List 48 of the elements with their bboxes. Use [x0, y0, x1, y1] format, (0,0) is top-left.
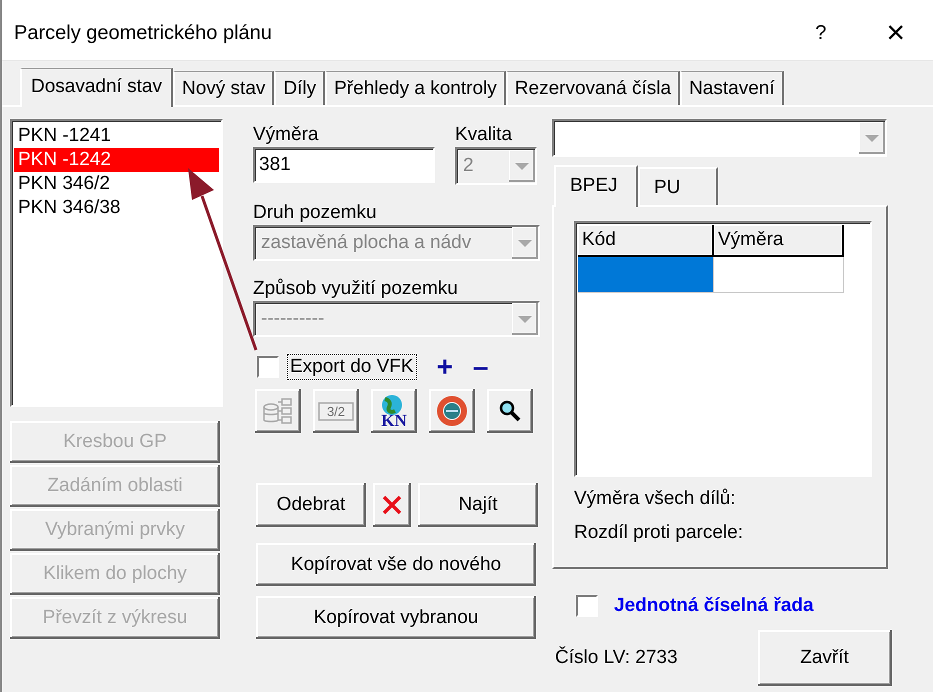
field-label: Kvalita — [455, 123, 512, 147]
toolbar-button[interactable] — [429, 389, 475, 433]
parcel-item[interactable]: PKN 346/38 — [14, 196, 219, 220]
add-button[interactable]: + — [436, 353, 453, 381]
tab[interactable]: Díly — [274, 71, 326, 105]
toolbar-button[interactable]: KN — [371, 389, 417, 433]
parcel-item[interactable]: PKN -1242 — [14, 148, 219, 172]
help-button[interactable]: ? — [815, 22, 826, 44]
tab[interactable]: Rezervovaná čísla — [506, 71, 680, 105]
tab[interactable]: Přehledy a kontroly — [325, 71, 506, 105]
checkbox-label: Jednotná číselná řada — [614, 595, 814, 617]
field-label: Způsob využití pozemku — [253, 277, 458, 301]
parcel-dropdown[interactable] — [552, 119, 887, 157]
area-field[interactable]: 381 — [253, 147, 435, 183]
lifebuoy-icon — [437, 396, 467, 426]
close-button[interactable]: × — [886, 14, 905, 50]
window-title: Parcely geometrického plánu — [14, 22, 273, 44]
column-header[interactable]: Výměra — [714, 225, 844, 257]
tab[interactable]: Nastavení — [680, 71, 784, 105]
database-tree-icon — [262, 396, 294, 426]
export-checkbox[interactable] — [257, 356, 279, 378]
search-button[interactable] — [487, 389, 533, 433]
column-header[interactable]: Kód — [578, 225, 714, 257]
table-cell[interactable] — [714, 257, 844, 293]
copy-all-button[interactable]: Kopírovat vše do nového — [256, 543, 536, 586]
checkbox-label: Export do VFK — [287, 354, 417, 380]
summary-label: Výměra všech dílů: — [574, 487, 736, 511]
remove-parcel-button[interactable]: Odebrat — [256, 483, 366, 527]
tab[interactable]: BPEJ — [554, 165, 638, 207]
find-button[interactable]: Najít — [418, 483, 538, 527]
tab[interactable]: Nový stav — [172, 71, 274, 105]
close-dialog-button[interactable]: Zavřít — [758, 630, 892, 686]
fraction-icon: 3/2 — [318, 400, 354, 422]
table-cell[interactable] — [578, 257, 714, 293]
summary-label: Rozdíl proti parcele: — [574, 521, 743, 545]
lv-number: Číslo LV: 2733 — [555, 647, 678, 669]
field-label: Výměra — [253, 123, 318, 147]
tab[interactable]: PU — [638, 167, 718, 205]
cross-icon — [381, 494, 403, 516]
parcel-item[interactable]: PKN -1241 — [14, 124, 219, 148]
copy-selected-button[interactable]: Kopírovat vybranou — [256, 596, 536, 639]
uniform-series-checkbox[interactable] — [576, 595, 598, 617]
delete-button[interactable] — [373, 483, 411, 527]
tab[interactable]: Dosavadní stav — [20, 68, 173, 107]
field-label: Druh pozemku — [253, 201, 377, 225]
remove-button[interactable]: – — [472, 353, 488, 381]
search-icon — [498, 399, 522, 423]
parcel-item[interactable]: PKN 346/2 — [14, 172, 219, 196]
